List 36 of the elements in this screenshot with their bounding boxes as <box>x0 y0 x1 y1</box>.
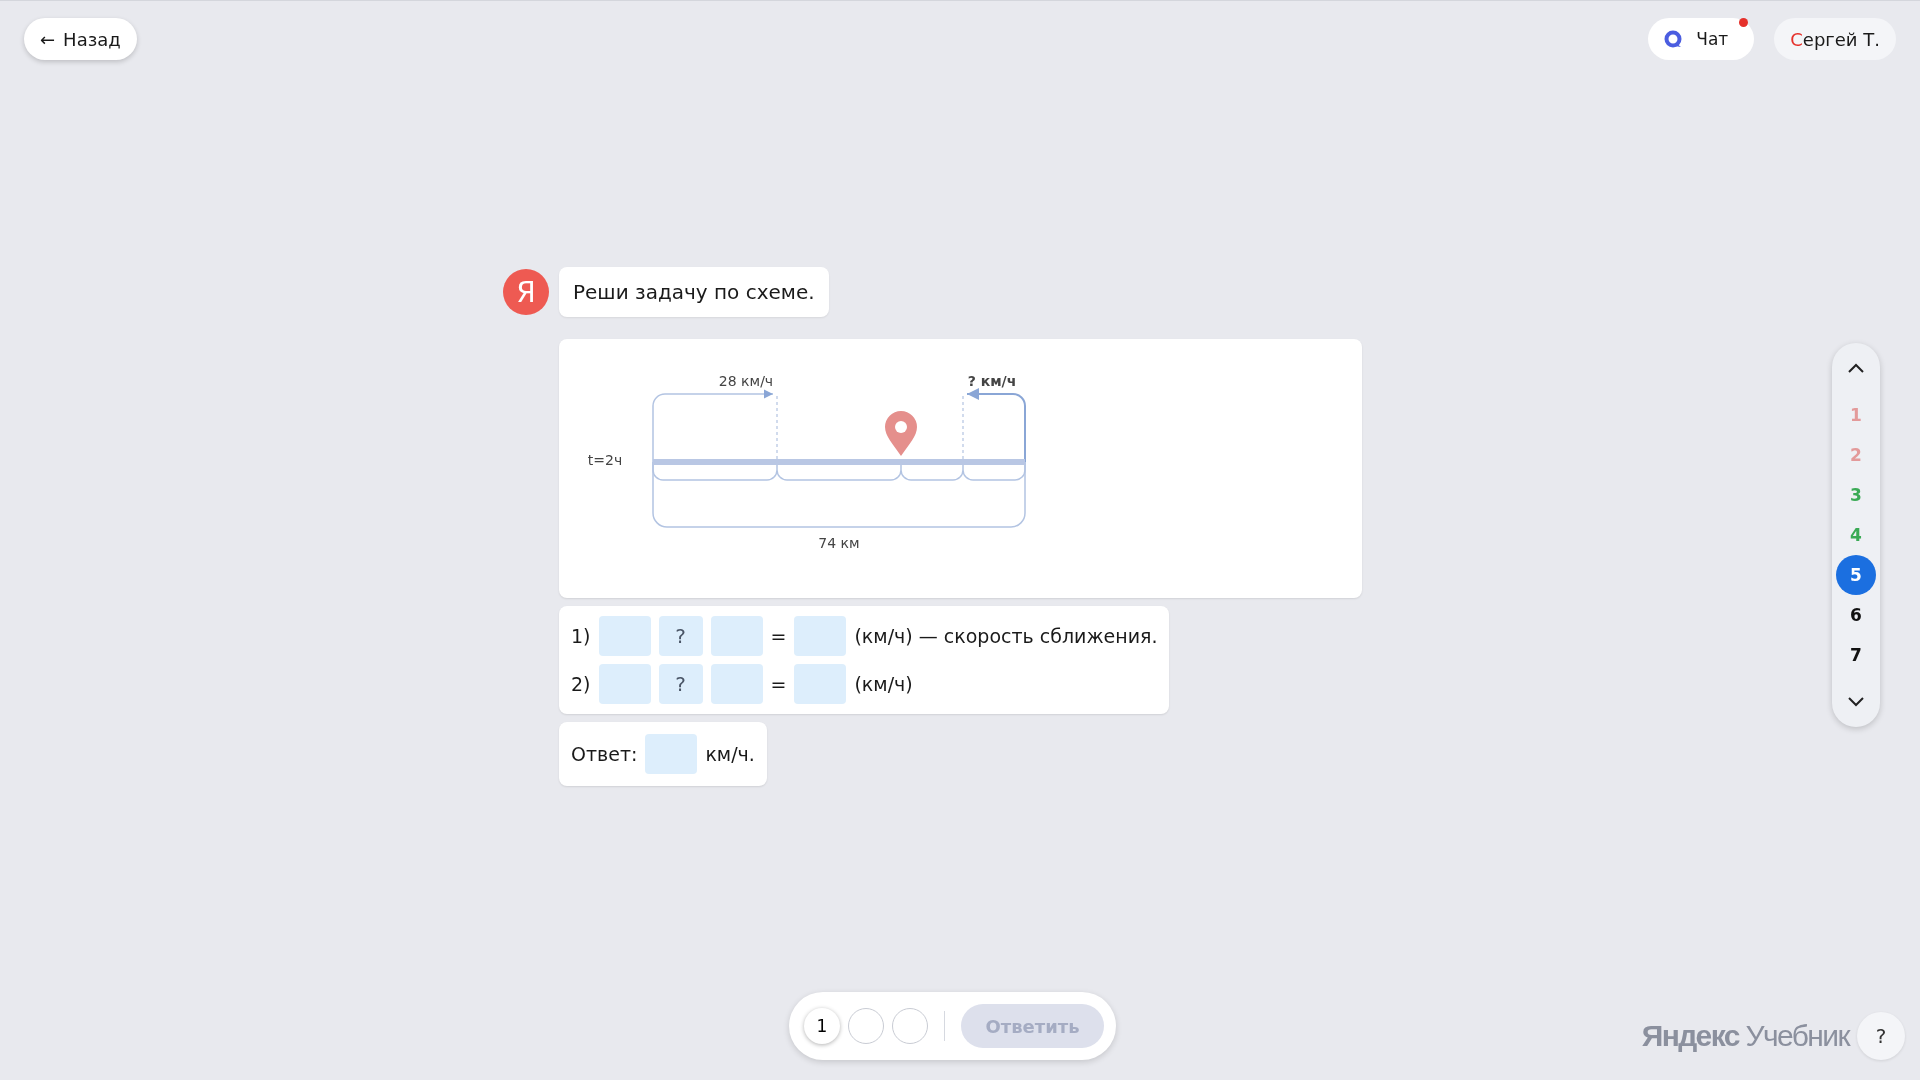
input-field[interactable] <box>710 664 763 704</box>
time-label: t=2ч <box>587 452 623 468</box>
input-field[interactable] <box>645 734 698 774</box>
speed-label: ? км/ч <box>967 373 1017 389</box>
input-field[interactable] <box>598 616 651 656</box>
operator-select[interactable]: ? <box>658 664 703 704</box>
input-field[interactable] <box>794 616 847 656</box>
attempt-circle[interactable]: 1 <box>804 1008 840 1044</box>
step-number: 1) <box>571 625 591 647</box>
step-number: 2) <box>571 673 591 695</box>
chat-icon <box>1664 30 1683 48</box>
equals-sign: = <box>770 625 787 647</box>
task-number[interactable]: 5 <box>1836 555 1876 595</box>
unit-text: км/ч. <box>705 743 755 765</box>
input-field[interactable] <box>598 664 651 704</box>
task-number[interactable]: 6 <box>1836 595 1876 635</box>
equals-sign: = <box>770 673 787 695</box>
help-button[interactable]: ? <box>1857 1012 1905 1060</box>
user-button[interactable]: Сергей Т. <box>1774 18 1896 60</box>
input-field[interactable] <box>794 664 847 704</box>
distance-label: 74 км <box>818 535 860 551</box>
back-button[interactable]: ← Назад <box>24 18 137 60</box>
pin-icon <box>885 411 917 456</box>
answer-label: Ответ: <box>571 743 638 765</box>
attempt-circle[interactable] <box>848 1008 884 1044</box>
task-number[interactable]: 7 <box>1836 635 1876 675</box>
unit-text: (км/ч) — скорость сближения. <box>854 625 1158 647</box>
avatar-logo: Я <box>503 269 549 315</box>
input-field[interactable] <box>710 616 763 656</box>
brand-logo: Яндекс Учебник <box>1641 1019 1849 1053</box>
unit-text: (км/ч) <box>854 673 913 695</box>
chat-button[interactable]: Чат <box>1648 18 1755 60</box>
speed-label: 28 км/ч <box>718 373 774 389</box>
operator-select[interactable]: ? <box>658 616 703 656</box>
attempt-circle[interactable] <box>892 1008 928 1044</box>
message-bubble: Реши задачу по схеме. <box>559 267 829 317</box>
